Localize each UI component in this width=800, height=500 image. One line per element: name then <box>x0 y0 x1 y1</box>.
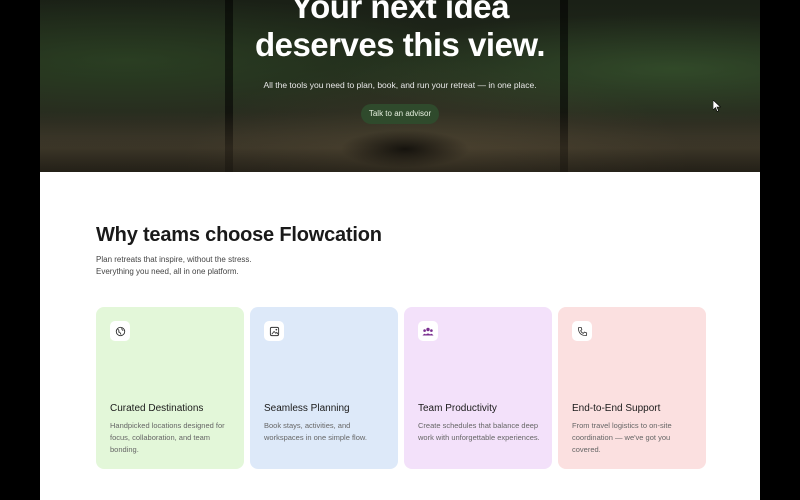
hero-section: Your next idea deserves this view. All t… <box>40 0 760 172</box>
globe-icon <box>110 321 130 341</box>
feature-cards: Curated Destinations Handpicked location… <box>96 307 706 469</box>
mouse-cursor-icon <box>713 100 721 112</box>
hero-title-line-1: Your next idea <box>291 0 509 25</box>
card-description: Create schedules that balance deep work … <box>418 421 540 442</box>
card-title: Team Productivity <box>418 403 497 414</box>
hero-title-line-2: deserves this view. <box>254 26 546 63</box>
card-description: From travel logistics to on-site coordin… <box>572 421 672 454</box>
section-title: Why teams choose Flowcation <box>96 224 382 246</box>
feature-card-team-productivity[interactable]: Team Productivity Create schedules that … <box>404 307 552 469</box>
image-icon <box>264 321 284 341</box>
phone-icon <box>572 321 592 341</box>
hero-chair-shadow <box>340 130 470 168</box>
hero-subtitle: All the tools you need to plan, book, an… <box>263 80 537 90</box>
card-title: Seamless Planning <box>264 403 350 414</box>
feature-card-end-to-end-support[interactable]: End-to-End Support From travel logistics… <box>558 307 706 469</box>
card-title: End-to-End Support <box>572 403 661 414</box>
card-description: Book stays, activities, and workspaces i… <box>264 421 367 442</box>
feature-card-curated-destinations[interactable]: Curated Destinations Handpicked location… <box>96 307 244 469</box>
section-subtitle-line-1: Plan retreats that inspire, without the … <box>96 255 252 264</box>
feature-card-seamless-planning[interactable]: Seamless Planning Book stays, activities… <box>250 307 398 469</box>
team-icon <box>418 321 438 341</box>
talk-to-advisor-button[interactable]: Talk to an advisor <box>361 104 439 124</box>
page-frame: Your next idea deserves this view. All t… <box>40 0 760 500</box>
hero-title: Your next idea deserves this view. <box>40 0 760 64</box>
section-subtitle: Plan retreats that inspire, without the … <box>96 254 252 278</box>
card-description: Handpicked locations designed for focus,… <box>110 421 225 454</box>
section-subtitle-line-2: Everything you need, all in one platform… <box>96 267 239 276</box>
card-title: Curated Destinations <box>110 403 204 414</box>
